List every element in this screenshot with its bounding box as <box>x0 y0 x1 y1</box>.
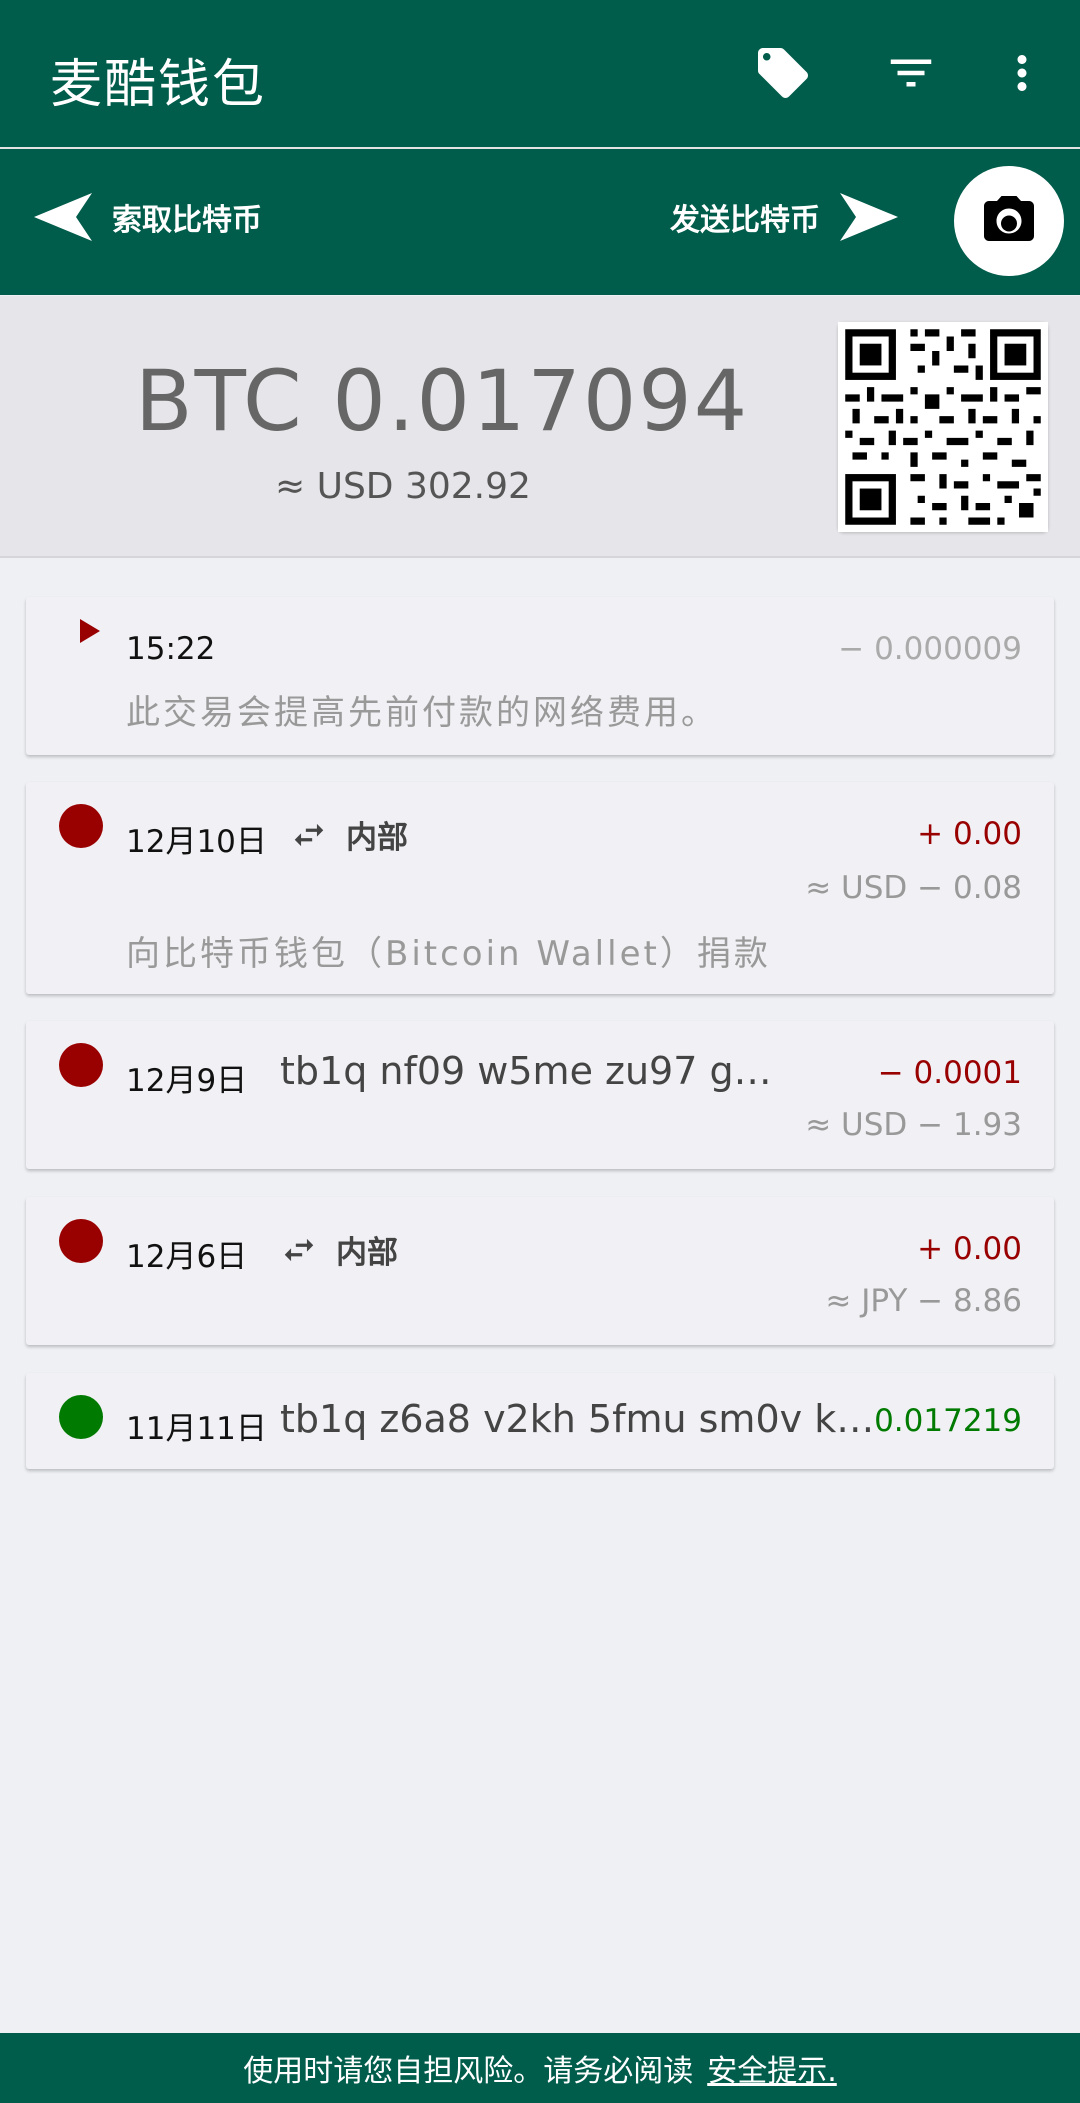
transaction-amount: + 0.00 <box>917 816 1022 852</box>
transaction-amount: 0.017219 <box>874 1403 1022 1439</box>
status-dot-red <box>59 1219 103 1263</box>
disclaimer-text: 使用时请您自担风险。请务必阅读 <box>243 2054 694 2089</box>
app-bar: 麦酷钱包 <box>0 0 1080 147</box>
safety-notes-link[interactable]: 安全提示. <box>707 2046 837 2090</box>
transaction-fiat: ≈ USD − 1.93 <box>805 1107 1022 1143</box>
request-coins-label: 索取比特币 <box>112 203 262 238</box>
send-coins-label: 发送比特币 <box>670 203 820 238</box>
transaction-date: 12月9日 <box>126 1063 248 1099</box>
transaction-date: 11月11日 <box>126 1411 267 1447</box>
transaction-memo: 向比特币钱包（Bitcoin Wallet）捐款 <box>126 934 771 974</box>
swap-horiz-icon <box>294 823 324 846</box>
disclaimer-footer: 使用时请您自担风险。请务必阅读 安全提示. <box>0 2033 1080 2103</box>
wallet-address-qr[interactable] <box>838 322 1048 532</box>
transaction-time: 15:22 <box>126 631 216 667</box>
transaction-row[interactable]: 15:22 − 0.000009 此交易会提高先前付款的网络费用。 <box>26 597 1054 755</box>
status-dot-green <box>59 1395 103 1439</box>
scan-qr-button[interactable] <box>954 166 1064 276</box>
status-dot-red <box>59 804 103 848</box>
balance-fiat: ≈ USD 302.92 <box>275 466 531 507</box>
transaction-date: 12月10日 <box>126 824 267 860</box>
transaction-row[interactable]: 12月9日 tb1q nf09 w5me zu97 g… − 0.0001 ≈ … <box>26 1021 1054 1169</box>
transaction-fiat: ≈ JPY − 8.86 <box>825 1283 1022 1319</box>
tag-icon[interactable] <box>743 38 823 108</box>
app-title: 麦酷钱包 <box>50 55 267 115</box>
transaction-internal-label: 内部 <box>288 812 408 857</box>
transaction-row[interactable]: 12月10日 内部 + 0.00 ≈ USD − 0.08 向比特币钱包（Bit… <box>26 782 1054 994</box>
balance-btc[interactable]: BTC 0.017094 <box>135 352 749 450</box>
more-vert-icon[interactable] <box>982 38 1062 108</box>
transaction-address: tb1q nf09 w5me zu97 g… <box>280 1049 772 1093</box>
request-coins-button[interactable]: 索取比特币 <box>34 193 262 241</box>
transaction-amount: + 0.00 <box>917 1231 1022 1267</box>
transaction-amount: − 0.000009 <box>838 631 1022 667</box>
filter-icon[interactable] <box>871 38 951 108</box>
transaction-address: tb1q z6a8 v2kh 5fmu sm0v k… <box>280 1397 875 1441</box>
internal-text: 内部 <box>346 820 408 856</box>
status-dot-red <box>59 1043 103 1087</box>
swap-horiz-icon <box>284 1238 314 1261</box>
arrow-right-icon <box>840 193 898 241</box>
transaction-internal-label: 内部 <box>278 1227 398 1272</box>
action-bar: 索取比特币 发送比特币 <box>0 149 1080 295</box>
transaction-memo: 此交易会提高先前付款的网络费用。 <box>126 693 718 733</box>
transaction-row[interactable]: 11月11日 tb1q z6a8 v2kh 5fmu sm0v k… 0.017… <box>26 1373 1054 1469</box>
transaction-fiat: ≈ USD − 0.08 <box>805 870 1022 906</box>
send-coins-button[interactable]: 发送比特币 <box>670 193 898 241</box>
camera-icon <box>984 196 1034 241</box>
internal-text: 内部 <box>336 1235 398 1271</box>
transaction-date: 12月6日 <box>126 1239 248 1275</box>
pending-play-icon <box>80 619 100 643</box>
transaction-amount: − 0.0001 <box>877 1055 1022 1091</box>
transaction-row[interactable]: 12月6日 内部 + 0.00 ≈ JPY − 8.86 <box>26 1197 1054 1345</box>
arrow-left-icon <box>34 193 92 241</box>
